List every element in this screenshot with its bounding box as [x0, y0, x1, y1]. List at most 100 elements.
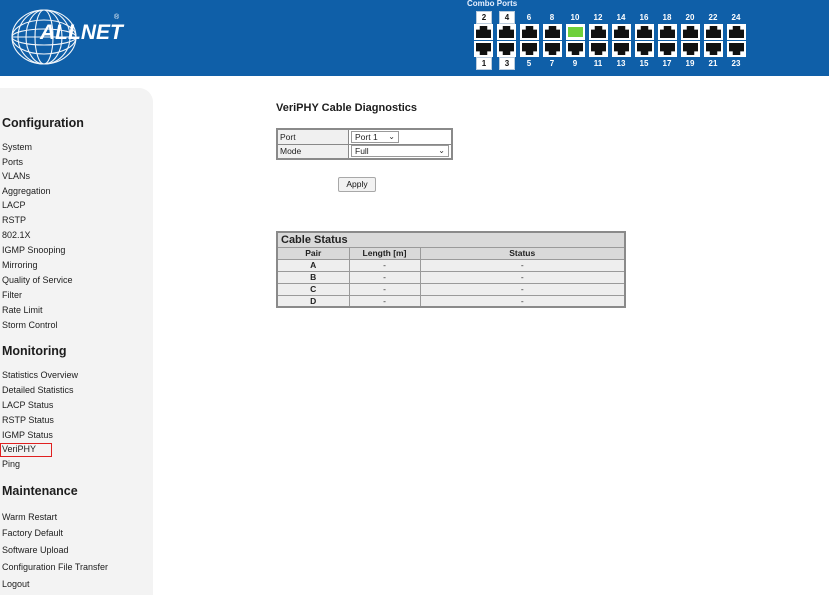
pair-cell: B	[276, 270, 350, 284]
nav-item-rstp-status[interactable]: RSTP Status	[2, 415, 54, 425]
nav-item-detailed-statistics[interactable]: Detailed Statistics	[2, 385, 74, 395]
port-1-icon[interactable]	[474, 41, 493, 57]
port-4-icon[interactable]	[497, 24, 516, 40]
mode-select-cell: Full ⌄	[348, 143, 453, 160]
column-header-status: Status	[419, 246, 626, 260]
port-label-19: 19	[685, 59, 695, 68]
status-cell: -	[419, 282, 626, 296]
nav-item-filter[interactable]: Filter	[2, 290, 22, 300]
nav-item-factory-default[interactable]: Factory Default	[2, 528, 63, 538]
status-cell: -	[419, 294, 626, 308]
apply-button[interactable]: Apply	[338, 177, 376, 192]
port-label-8: 8	[549, 13, 555, 22]
nav-item-lacp-status[interactable]: LACP Status	[2, 400, 53, 410]
port-20-icon[interactable]	[681, 24, 700, 40]
port-23-icon[interactable]	[727, 41, 746, 57]
nav-item-system[interactable]: System	[2, 142, 32, 152]
nav-item-configuration-file-transfer[interactable]: Configuration File Transfer	[2, 562, 108, 572]
port-label-5: 5	[526, 59, 532, 68]
nav-item-warm-restart[interactable]: Warm Restart	[2, 512, 57, 522]
nav-item-storm-control[interactable]: Storm Control	[2, 320, 58, 330]
section-title-monitoring: Monitoring	[2, 344, 67, 358]
nav-item-rate-limit[interactable]: Rate Limit	[2, 305, 43, 315]
port-label-24: 24	[731, 13, 741, 22]
port-label-4: 4	[499, 11, 515, 24]
port-label-14: 14	[616, 13, 626, 22]
pair-cell: A	[276, 258, 350, 272]
port-11-icon[interactable]	[589, 41, 608, 57]
nav-item-8021x[interactable]: 802.1X	[2, 230, 31, 240]
port-14-icon[interactable]	[612, 24, 631, 40]
logo-text: ALLNET	[40, 21, 123, 44]
nav-item-logout[interactable]: Logout	[2, 579, 30, 589]
port-6-icon[interactable]	[520, 24, 539, 40]
port-2-icon[interactable]	[474, 24, 493, 40]
column-header-pair: Pair	[276, 246, 350, 260]
nav-item-ports[interactable]: Ports	[2, 157, 23, 167]
port-24-icon[interactable]	[727, 24, 746, 40]
section-title-configuration: Configuration	[2, 116, 84, 130]
port-label-23: 23	[731, 59, 741, 68]
length-cell: -	[348, 270, 421, 284]
port-label-12: 12	[593, 13, 603, 22]
nav-item-mirroring[interactable]: Mirroring	[2, 260, 38, 270]
port-label-3: 3	[499, 57, 515, 70]
table-row: A - -	[276, 258, 626, 272]
port-3-icon[interactable]	[497, 41, 516, 57]
port-label-1: 1	[476, 57, 492, 70]
status-cell: -	[419, 258, 626, 272]
port-label-10: 10	[570, 13, 580, 22]
mode-select[interactable]: Full ⌄	[351, 145, 449, 158]
port-13-icon[interactable]	[612, 41, 631, 57]
port-label-6: 6	[526, 13, 532, 22]
column-header-length: Length [m]	[348, 246, 421, 260]
table-row: B - -	[276, 270, 626, 284]
port-5-icon[interactable]	[520, 41, 539, 57]
port-7-icon[interactable]	[543, 41, 562, 57]
port-select[interactable]: Port 1 ⌄	[351, 130, 399, 143]
nav-item-igmp-status[interactable]: IGMP Status	[2, 430, 53, 440]
nav-item-software-upload[interactable]: Software Upload	[2, 545, 69, 555]
status-cell: -	[419, 270, 626, 284]
cable-status-table: Cable Status Pair Length [m] Status A - …	[276, 231, 626, 308]
length-cell: -	[348, 294, 421, 308]
port-16-icon[interactable]	[635, 24, 654, 40]
nav-item-lacp[interactable]: LACP	[2, 200, 26, 210]
length-cell: -	[348, 258, 421, 272]
nav-item-rstp[interactable]: RSTP	[2, 215, 26, 225]
nav-item-ping[interactable]: Ping	[2, 459, 20, 469]
page-title: VeriPHY Cable Diagnostics	[276, 102, 418, 114]
nav-item-aggregation[interactable]: Aggregation	[2, 186, 51, 196]
combo-ports-label: Combo Ports	[467, 0, 518, 8]
port-22-icon[interactable]	[704, 24, 723, 40]
table-row: D - -	[276, 294, 626, 308]
section-title-maintenance: Maintenance	[2, 484, 78, 498]
length-cell: -	[348, 282, 421, 296]
port-18-icon[interactable]	[658, 24, 677, 40]
port-21-icon[interactable]	[704, 41, 723, 57]
pair-cell: D	[276, 294, 350, 308]
port-17-icon[interactable]	[658, 41, 677, 57]
port-label-16: 16	[639, 13, 649, 22]
sidebar-nav: Configuration System Ports VLANs Aggrega…	[0, 88, 153, 595]
mode-label: Mode	[276, 143, 349, 160]
port-12-icon[interactable]	[589, 24, 608, 40]
nav-item-quality-of-service[interactable]: Quality of Service	[2, 275, 73, 285]
port-label-20: 20	[685, 13, 695, 22]
port-15-icon[interactable]	[635, 41, 654, 57]
mode-select-value: Full	[355, 146, 369, 157]
nav-item-igmp-snooping[interactable]: IGMP Snooping	[2, 245, 65, 255]
port-19-icon[interactable]	[681, 41, 700, 57]
port-select-value: Port 1	[355, 131, 378, 142]
nav-item-vlans[interactable]: VLANs	[2, 171, 30, 181]
port-9-icon[interactable]	[566, 41, 585, 57]
port-10-icon[interactable]	[566, 24, 585, 40]
nav-item-veriphy[interactable]: VeriPHY	[0, 443, 52, 457]
port-label-17: 17	[662, 59, 672, 68]
port-label-22: 22	[708, 13, 718, 22]
port-label: Port	[276, 128, 349, 145]
nav-item-statistics-overview[interactable]: Statistics Overview	[2, 370, 78, 380]
port-8-icon[interactable]	[543, 24, 562, 40]
port-label-7: 7	[549, 59, 555, 68]
header-banner: ALLNET ® Combo Ports 2 4 6 8 10 12 14 16…	[0, 0, 829, 76]
